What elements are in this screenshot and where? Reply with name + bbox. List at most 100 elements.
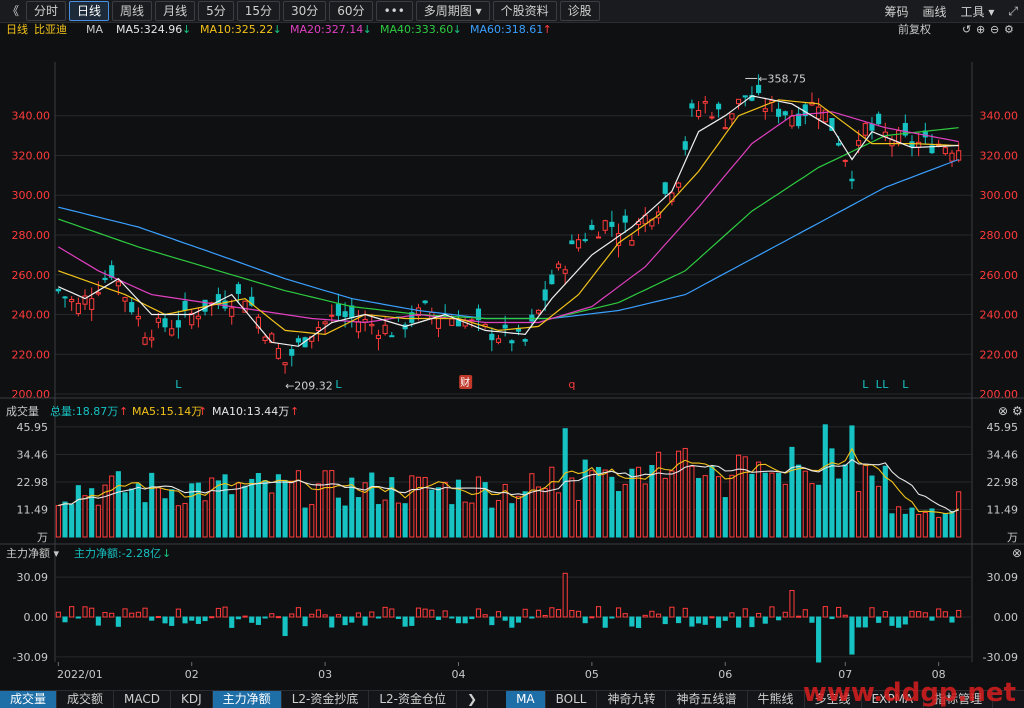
flow-bars <box>55 572 962 663</box>
period-button-2[interactable]: 周线 <box>112 1 153 21</box>
back-button[interactable]: 《 <box>3 2 23 20</box>
flow-bar-65 <box>489 616 495 626</box>
flow-bar-81 <box>595 606 602 618</box>
volume-bar-91 <box>662 477 668 538</box>
period-button-3[interactable]: 月线 <box>155 1 196 21</box>
volume-bar-114 <box>816 484 822 538</box>
candle-body-36 <box>295 338 301 343</box>
volume-bar-117 <box>836 478 842 538</box>
flow-bar-46 <box>362 616 368 626</box>
volume-bar-65 <box>489 507 495 538</box>
indicator-tab-6[interactable]: L2-资金仓位 <box>369 691 457 708</box>
flow-bar-104 <box>749 616 755 628</box>
indicator-tab-0[interactable]: 成交量 <box>0 691 58 708</box>
period-button-5[interactable]: 15分 <box>236 1 280 21</box>
indicator-tab-7[interactable]: ❯ <box>457 691 489 708</box>
flow-bar-98 <box>709 616 715 619</box>
candle-body-80 <box>589 224 595 230</box>
flow-bar-79 <box>582 616 588 624</box>
flow-bar-16 <box>162 616 168 624</box>
price-tick-right-5: 240.00 <box>980 309 1019 322</box>
flow-bar-76 <box>562 572 568 618</box>
flow-bar-110 <box>789 590 795 618</box>
candle-body-18 <box>175 320 181 328</box>
volume-bar-66 <box>495 499 502 538</box>
indicator-tab-11[interactable]: 神奇五线谱 <box>666 691 748 708</box>
volume-bar-11 <box>129 488 135 538</box>
period-button-6[interactable]: 30分 <box>283 1 327 21</box>
period-button-0[interactable]: 分时 <box>26 1 67 21</box>
volume-ma5-arrow: ↑ <box>198 405 207 418</box>
indicator-tab-9[interactable]: BOLL <box>546 691 598 708</box>
toolbar-right-0[interactable]: 筹码 <box>885 3 909 20</box>
flow-bar-40 <box>322 614 328 618</box>
volume-bar-62 <box>469 502 475 538</box>
ma-arrow-0: ↓ <box>182 23 191 36</box>
candle-body-0 <box>55 288 61 292</box>
candle-body-14 <box>149 337 155 341</box>
flow-bar-52 <box>402 616 408 627</box>
indicator-tab-5[interactable]: L2-资金抄底 <box>282 691 370 708</box>
period-button-10[interactable]: 个股资料 <box>492 1 557 21</box>
event-marker-7: L <box>902 378 909 391</box>
volume-bar-42 <box>335 497 342 538</box>
flow-bar-70 <box>522 608 528 618</box>
indicator-tab-4[interactable]: 主力净额 <box>212 691 282 708</box>
indicator-tab-12[interactable]: 牛熊线 <box>748 691 805 708</box>
flow-bar-73 <box>542 614 548 618</box>
flow-bar-107 <box>769 606 775 618</box>
flow-bar-60 <box>455 616 462 624</box>
indicator-tab-2[interactable]: MACD <box>114 691 172 708</box>
event-marker-4: L <box>862 378 869 391</box>
volume-bar-115 <box>822 424 828 538</box>
candle-body-15 <box>155 317 161 323</box>
flow-bar-75 <box>555 609 562 618</box>
candle-body-35 <box>289 349 295 356</box>
flow-bar-100 <box>722 616 728 621</box>
period-button-8[interactable]: ••• <box>375 1 413 21</box>
flow-bar-7 <box>102 612 108 618</box>
flow-bar-101 <box>729 612 735 618</box>
toolbar-right-2[interactable]: 工具 ▾ <box>961 3 995 20</box>
flow-tick-right-2: -30.09 <box>983 651 1018 664</box>
candle-body-72 <box>535 309 542 314</box>
period-button-9[interactable]: 多周期图 ▾ <box>415 1 490 21</box>
candle-body-105 <box>756 84 762 94</box>
vol-tick-left-1: 34.46 <box>17 448 49 461</box>
flow-bar-22 <box>202 616 208 622</box>
period-button-7[interactable]: 60分 <box>329 1 373 21</box>
volume-bar-108 <box>776 472 782 538</box>
flow-bar-45 <box>355 612 362 618</box>
volume-bar-35 <box>289 480 295 538</box>
price-tick-left-3: 280.00 <box>12 229 51 242</box>
period-button-11[interactable]: 诊股 <box>559 1 600 21</box>
ma-arrow-3: ↓ <box>453 23 462 36</box>
toolbar-right-3[interactable]: ⤢ <box>1008 4 1018 19</box>
candle-body-106 <box>762 108 768 112</box>
flow-bar-61 <box>462 616 468 624</box>
volume-gear-icon: ⚙ <box>1012 404 1023 418</box>
price-tick-right-3: 280.00 <box>980 229 1019 242</box>
indicator-tab-3[interactable]: KDJ <box>171 691 213 708</box>
indicator-tab-1[interactable]: 成交额 <box>57 691 115 708</box>
flow-bar-87 <box>635 616 642 628</box>
flow-bar-78 <box>575 610 582 618</box>
toolbar-right-1[interactable]: 画线 <box>923 3 947 20</box>
vol-tick-right-2: 22.98 <box>987 476 1019 489</box>
flow-bar-36 <box>295 607 301 618</box>
flow-bar-82 <box>602 616 608 628</box>
period-button-4[interactable]: 5分 <box>198 1 234 21</box>
indicator-tab-10[interactable]: 神奇九转 <box>597 691 667 708</box>
candle-body-135 <box>956 150 962 161</box>
flow-bar-95 <box>689 616 695 627</box>
indicator-tab-8[interactable]: MA <box>506 691 546 708</box>
period-button-1[interactable]: 日线 <box>69 1 110 21</box>
stock-chart[interactable]: 日线 比亚迪 MA MA5:324.96 ↓ MA10:325.22 ↓ MA20:327.1… <box>0 22 1024 690</box>
volume-bar-38 <box>309 504 315 538</box>
flow-bar-96 <box>696 616 702 624</box>
flow-bar-20 <box>189 616 195 621</box>
volume-bar-58 <box>442 481 448 538</box>
ma-arrow-1: ↓ <box>273 23 282 36</box>
flow-bar-50 <box>389 608 395 618</box>
flow-bar-130 <box>922 612 928 618</box>
